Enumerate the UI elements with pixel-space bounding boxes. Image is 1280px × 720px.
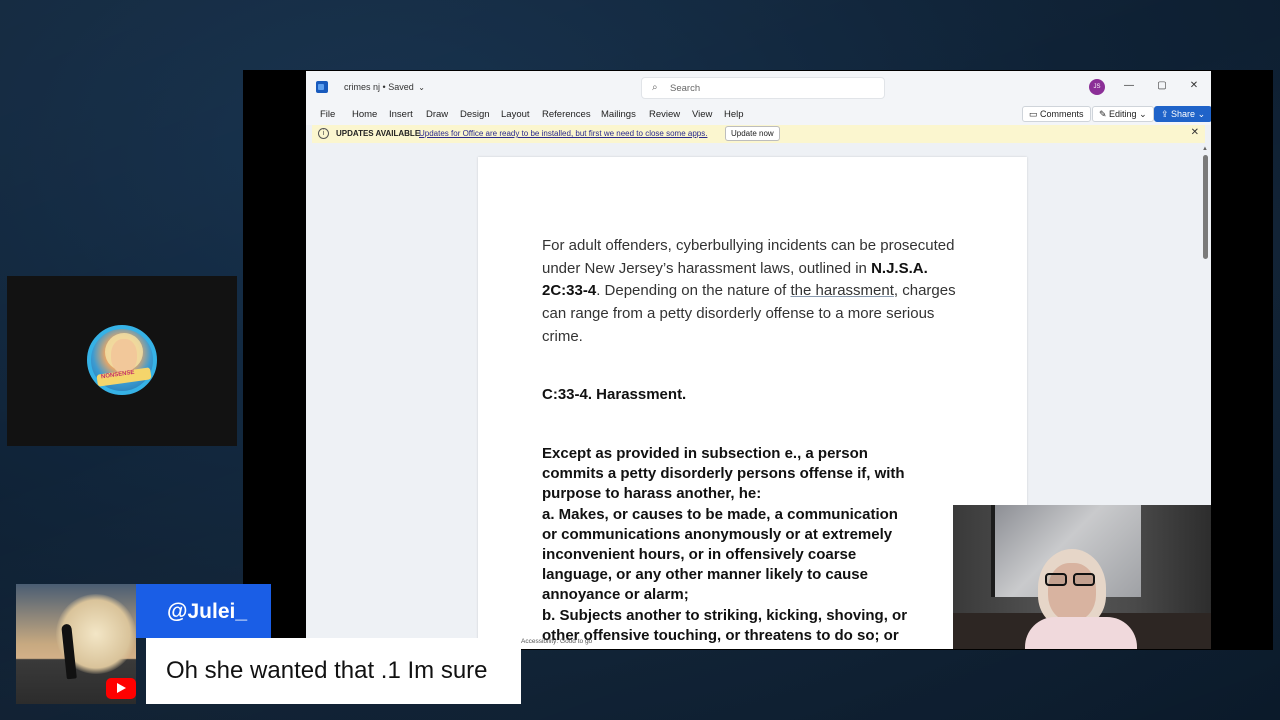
chat-user-avatar — [16, 584, 136, 704]
chevron-down-icon: ⌄ — [1195, 109, 1206, 119]
statute-line: inconvenient hours, or in offensively co… — [542, 546, 857, 564]
ribbon-menu: File Home Insert Draw Design Layout Refe… — [306, 103, 1211, 125]
word-app-icon — [316, 81, 328, 93]
scrollbar-thumb[interactable] — [1203, 155, 1208, 259]
webcam-feed — [953, 505, 1211, 649]
youtube-icon — [106, 678, 136, 699]
menu-insert[interactable]: Insert — [389, 109, 413, 120]
comment-icon: ▭ — [1029, 109, 1041, 119]
info-icon: i — [318, 128, 329, 139]
statute-line: or communications anonymously or at extr… — [542, 525, 893, 543]
editing-button[interactable]: ✎ Editing ⌄ — [1092, 106, 1154, 122]
menu-review[interactable]: Review — [649, 109, 680, 120]
channel-logo: NONSENSE — [87, 325, 157, 395]
menu-home[interactable]: Home — [352, 109, 377, 120]
chevron-down-icon: ⌄ — [1136, 109, 1147, 119]
title-bar: crimes nj • Saved ⌄ ⌕ Search JS — ▢ ✕ — [306, 71, 1211, 103]
pencil-icon: ✎ — [1099, 109, 1110, 119]
streamer-avatar-panel: NONSENSE — [7, 276, 237, 446]
saved-status: Saved — [388, 82, 414, 92]
document-page[interactable]: For adult offenders, cyberbullying incid… — [478, 157, 1027, 649]
chat-username: @Julei_ — [167, 600, 248, 623]
statute-line: annoyance or alarm; — [542, 586, 689, 604]
statute-line: commits a petty disorderly persons offen… — [542, 465, 905, 483]
search-placeholder: Search — [670, 83, 701, 94]
update-label: UPDATES AVAILABLE — [336, 129, 421, 138]
document-name: crimes nj — [344, 82, 381, 92]
close-window-icon[interactable]: ✕ — [1186, 80, 1202, 94]
section-heading: C:33-4. Harassment. — [542, 386, 687, 403]
intro-paragraph: For adult offenders, cyberbullying incid… — [542, 237, 956, 345]
chat-username-banner: @Julei_ — [136, 584, 271, 638]
menu-view[interactable]: View — [692, 109, 712, 120]
statute-line: a. Makes, or causes to be made, a commun… — [542, 505, 898, 523]
statute-line: language, or any other manner likely to … — [542, 566, 868, 584]
search-icon: ⌕ — [652, 82, 658, 93]
proofing-underline[interactable]: the harassment — [791, 282, 894, 299]
statute-line: purpose to harass another, he: — [542, 485, 762, 503]
menu-mailings[interactable]: Mailings — [601, 109, 636, 120]
statute-line: b. Subjects another to striking, kicking… — [542, 606, 908, 624]
minimize-icon[interactable]: — — [1121, 80, 1137, 94]
glasses — [1045, 573, 1099, 587]
chat-message-box: Oh she wanted that .1 Im sure — [146, 638, 521, 704]
menu-layout[interactable]: Layout — [501, 109, 530, 120]
accessibility-status[interactable]: Accessibility: Good to go — [521, 638, 592, 645]
menu-draw[interactable]: Draw — [426, 109, 448, 120]
account-avatar[interactable]: JS — [1089, 79, 1105, 95]
document-title[interactable]: crimes nj • Saved ⌄ — [344, 82, 425, 92]
comments-button[interactable]: ▭ Comments — [1022, 106, 1091, 122]
statute-line: other offensive touching, or threatens t… — [542, 626, 899, 644]
search-box[interactable]: ⌕ Search — [641, 77, 885, 99]
close-icon[interactable]: ✕ — [1191, 127, 1199, 138]
share-icon: ⇪ — [1161, 109, 1172, 119]
update-message-link[interactable]: Updates for Office are ready to be insta… — [419, 129, 707, 138]
menu-file[interactable]: File — [320, 109, 335, 120]
update-notification-bar: i UPDATES AVAILABLE Updates for Office a… — [312, 125, 1205, 143]
menu-help[interactable]: Help — [724, 109, 744, 120]
chevron-down-icon: ⌄ — [418, 83, 425, 92]
maximize-icon[interactable]: ▢ — [1154, 80, 1170, 94]
menu-references[interactable]: References — [542, 109, 591, 120]
menu-design[interactable]: Design — [460, 109, 490, 120]
statute-text: Except as provided in subsection e., a p… — [542, 444, 972, 646]
update-now-button[interactable]: Update now — [725, 126, 780, 141]
statute-line: Except as provided in subsection e., a p… — [542, 445, 868, 462]
chat-message: Oh she wanted that .1 Im sure — [166, 657, 488, 684]
share-button[interactable]: ⇪ Share ⌄ — [1154, 106, 1211, 122]
scroll-up-icon[interactable]: ▲ — [1202, 146, 1208, 152]
